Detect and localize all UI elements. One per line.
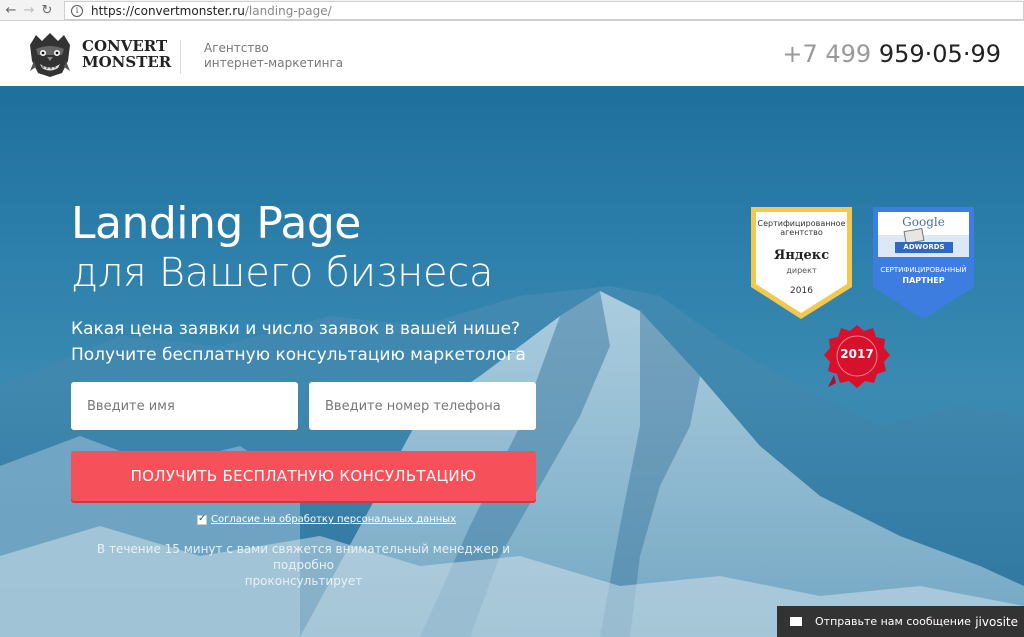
note-line-2: проконсультирует (244, 574, 363, 588)
header-divider (180, 40, 181, 74)
phone-number[interactable]: +7 499 959·05·99 (782, 40, 1001, 68)
url-base: https://convertmonster.ru (91, 3, 245, 18)
chat-label: Отправьте нам сообщение (815, 615, 971, 628)
hero-subtitle: Какая цена заявки и число заявок в вашей… (71, 316, 526, 368)
subtitle-line-1: Какая цена заявки и число заявок в вашей… (71, 319, 521, 339)
tagline-line-2: интернет-маркетинга (204, 56, 344, 70)
google-partner-label: ПАРТНЕР (902, 276, 945, 285)
address-bar[interactable]: i https://convertmonster.ru/landing-page… (64, 1, 1024, 20)
adwords-label: ADWORDS (895, 242, 953, 253)
consent-checkbox[interactable] (197, 513, 207, 525)
yandex-certified-badge: Сертифицированное агентство Яндекс дирек… (749, 205, 854, 321)
phone-prefix: +7 499 (782, 40, 872, 68)
yandex-sub: директ (786, 266, 817, 275)
hero-title-line-2: для Вашего бизнеса (71, 250, 494, 296)
yandex-caption-line-1: Сертифицированное (757, 219, 846, 228)
tagline-line-1: Агентство (204, 41, 269, 55)
google-brand: Google (902, 215, 945, 229)
note-line-1: В течение 15 минут с вами свяжется внима… (96, 542, 511, 572)
get-consultation-button[interactable]: ПОЛУЧИТЬ БЕСПЛАТНУЮ КОНСУЛЬТАЦИЮ (71, 451, 536, 501)
forward-arrow-icon[interactable]: → (20, 1, 38, 19)
info-icon[interactable]: i (71, 4, 83, 17)
subtitle-line-2: Получите бесплатную консультацию маркето… (71, 345, 526, 365)
jivosite-logo: jivosite (975, 614, 1018, 629)
hero-section: Landing Page для Вашего бизнеса Какая це… (0, 86, 1024, 637)
yandex-year: 2016 (790, 286, 813, 296)
logo-line-2: MONSTER (82, 53, 172, 71)
phone-input[interactable]: Введите номер телефона (309, 382, 536, 430)
hero-title-line-1: Landing Page (71, 198, 361, 249)
phone-digits: 959·05·99 (878, 40, 1001, 68)
envelope-icon (790, 617, 802, 626)
consent-row: Согласие на обработку персональных данны… (197, 513, 456, 525)
logo-line-1: CONVERT (82, 37, 168, 55)
callback-note: В течение 15 минут с вами свяжется внима… (71, 541, 536, 589)
consent-link[interactable]: Согласие на обработку персональных данны… (211, 514, 456, 525)
name-input[interactable]: Введите имя (71, 382, 298, 430)
yandex-badge-caption: Сертифицированное агентство (749, 219, 854, 237)
google-cert-label: СЕРТИФИЦИРОВАННЫЙ (880, 266, 967, 274)
monster-logo-icon[interactable] (26, 31, 74, 79)
yandex-brand: Яндекс (773, 248, 830, 263)
back-arrow-icon[interactable]: ← (2, 1, 20, 19)
yandex-caption-line-2: агентство (780, 228, 823, 237)
logo-wordmark[interactable]: CONVERT MONSTER (82, 38, 171, 70)
award-seal-2017: 2017 (822, 323, 892, 395)
site-header: CONVERT MONSTER Агентство интернет-марке… (0, 22, 1024, 86)
agency-tagline: Агентство интернет-маркетинга (204, 41, 343, 71)
url-path: /landing-page/ (244, 3, 332, 18)
chat-widget[interactable]: Отправьте нам сообщение jivosite (777, 606, 1024, 637)
google-partner-badge: Google ADWORDS СЕРТИФИЦИРОВАННЫЙ ПАРТНЕР (871, 205, 976, 321)
reload-icon[interactable]: ↻ (38, 1, 56, 19)
seal-year: 2017 (840, 347, 874, 361)
browser-toolbar: ← → ↻ i https://convertmonster.ru/landin… (0, 0, 1024, 21)
